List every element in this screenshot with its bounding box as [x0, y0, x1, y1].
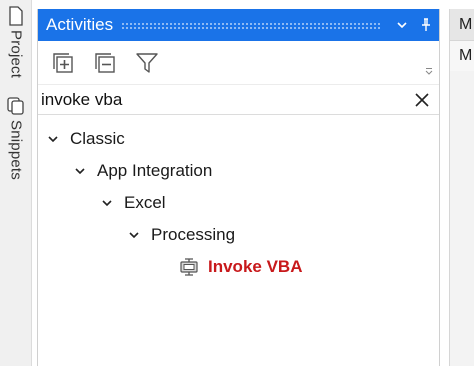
chevron-down-icon [397, 22, 407, 29]
tree-node-label: Classic [70, 129, 125, 148]
collapse-all-button[interactable] [92, 50, 118, 76]
project-tab-label: Project [7, 30, 25, 79]
expand-all-button[interactable] [50, 50, 76, 76]
collapse-all-icon [95, 52, 115, 73]
right-panel-row[interactable]: M [450, 41, 474, 71]
project-icon [9, 6, 23, 26]
tree-node-excel[interactable]: Excel [38, 187, 439, 219]
toolbar-overflow-button[interactable] [425, 62, 433, 80]
snippets-tab[interactable]: Snippets [2, 96, 30, 180]
chevron-down-icon[interactable] [98, 194, 116, 212]
tree-leaf-invoke-vba[interactable]: Invoke VBA [38, 251, 439, 283]
filter-button[interactable] [134, 50, 160, 76]
tree-node-app-integration[interactable]: App Integration [38, 155, 439, 187]
invoke-vba-icon [178, 256, 200, 278]
search-input[interactable] [41, 89, 381, 110]
expand-all-icon [53, 52, 73, 73]
drag-grip[interactable] [121, 21, 381, 29]
right-panel: M M [449, 9, 474, 366]
tree-node-label: App Integration [97, 161, 213, 180]
activities-titlebar[interactable]: Activities [38, 9, 439, 41]
project-tab[interactable]: Project [2, 6, 30, 78]
invoke-vba-label: Invoke VBA [208, 257, 303, 276]
clear-search-button[interactable] [411, 89, 433, 111]
tree-node-processing[interactable]: Processing [38, 219, 439, 251]
chevron-down-icon[interactable] [44, 130, 62, 148]
activities-tree: Classic App Integration Excel Processing [38, 115, 439, 283]
tree-node-classic[interactable]: Classic [38, 123, 439, 155]
snippets-icon [7, 97, 24, 115]
filter-icon [136, 52, 158, 73]
chevron-down-icon[interactable] [71, 162, 89, 180]
chevron-down-icon[interactable] [125, 226, 143, 244]
activities-toolbar [38, 41, 439, 85]
tree-node-label: Excel [124, 193, 166, 212]
close-icon [415, 93, 429, 107]
snippets-tab-label: Snippets [7, 120, 25, 180]
overflow-chevron-icon [425, 68, 433, 75]
right-panel-tab[interactable]: M [450, 9, 474, 41]
tree-node-label: Processing [151, 225, 236, 244]
search-bar [38, 85, 439, 115]
panel-options-button[interactable] [391, 14, 413, 36]
left-dock-strip: Project Snippets [0, 0, 32, 366]
panel-title: Activities [46, 15, 114, 34]
activities-panel: Activities invoke vba Classic App Integr… [37, 9, 440, 366]
pin-icon [422, 18, 430, 31]
pin-button[interactable] [415, 14, 437, 36]
